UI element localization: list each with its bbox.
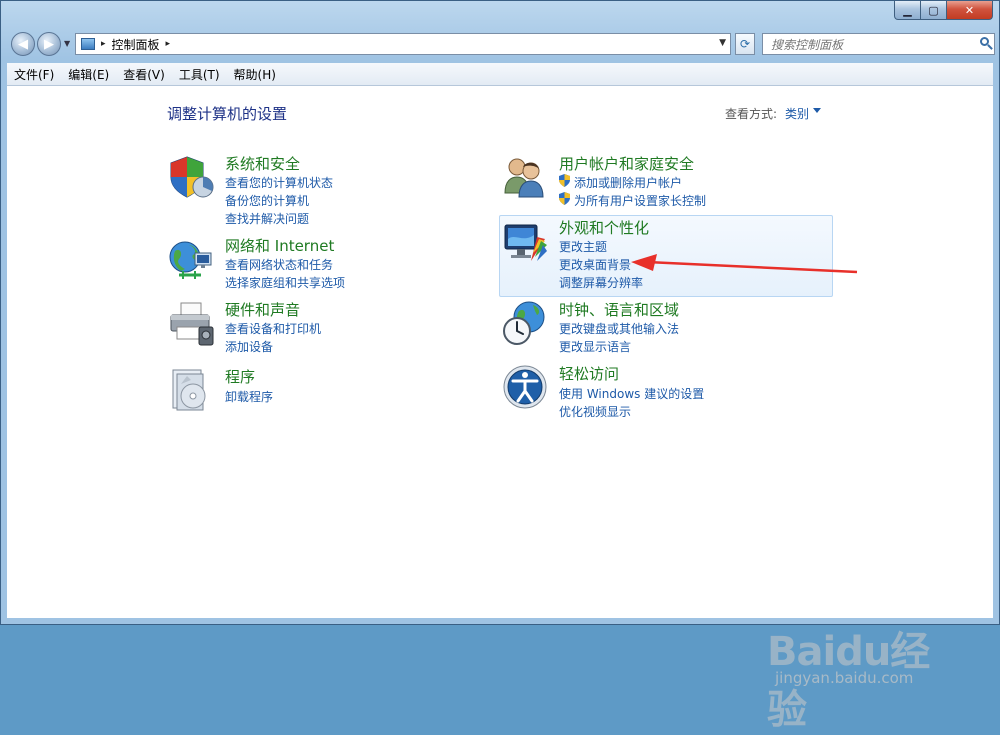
link-parental-controls[interactable]: 为所有用户设置家长控制 — [574, 192, 706, 209]
category-title[interactable]: 程序 — [225, 366, 255, 387]
link-add-remove-accounts[interactable]: 添加或删除用户帐户 — [574, 174, 682, 191]
page-title: 调整计算机的设置 — [167, 105, 288, 123]
breadcrumb-chevron-icon[interactable]: ▸ — [166, 39, 171, 49]
forward-button[interactable]: ▶ — [37, 32, 61, 56]
link-change-desktop-background[interactable]: 更改桌面背景 — [559, 256, 631, 273]
breadcrumb-control-panel[interactable]: 控制面板 — [112, 36, 160, 53]
link-change-theme[interactable]: 更改主题 — [559, 238, 607, 255]
uac-shield-icon — [559, 192, 570, 205]
link-uninstall-program[interactable]: 卸载程序 — [225, 388, 273, 405]
close-button[interactable]: ✕ — [947, 1, 993, 20]
category-title[interactable]: 网络和 Internet — [225, 235, 334, 256]
category-title[interactable]: 硬件和声音 — [225, 299, 300, 320]
control-panel-icon — [81, 38, 95, 50]
view-by-chevron-down-icon[interactable] — [813, 108, 821, 113]
menu-file[interactable]: 文件(F) — [7, 66, 61, 83]
address-history-dropdown-icon[interactable]: ▼ — [719, 38, 726, 48]
content-pane: 调整计算机的设置 查看方式: 类别 系统和安全 查看您的计算机状态 备份您的计算… — [7, 86, 993, 733]
link-devices-printers[interactable]: 查看设备和打印机 — [225, 320, 321, 337]
watermark-url: jingyan.baidu.com — [775, 669, 914, 687]
back-button[interactable]: ◀ — [11, 32, 35, 56]
category-title[interactable]: 用户帐户和家庭安全 — [559, 153, 694, 174]
link-network-status[interactable]: 查看网络状态和任务 — [225, 256, 333, 273]
category-title[interactable]: 时钟、语言和区域 — [559, 299, 679, 320]
category-ease-of-access: 轻松访问 使用 Windows 建议的设置 优化视频显示 — [501, 363, 801, 423]
watermark-logo: Baidu经验 — [767, 629, 930, 733]
recent-pages-dropdown-icon[interactable]: ▼ — [64, 39, 70, 48]
view-by-dropdown[interactable]: 类别 — [785, 105, 809, 122]
uac-shield-icon — [559, 174, 570, 187]
menu-tools[interactable]: 工具(T) — [172, 66, 227, 83]
view-by-label: 查看方式: — [725, 107, 778, 121]
category-title[interactable]: 外观和个性化 — [559, 217, 649, 238]
link-view-computer-status[interactable]: 查看您的计算机状态 — [225, 174, 333, 191]
category-programs: 程序 卸载程序 — [167, 366, 467, 416]
address-separator-icon[interactable]: ▸ — [101, 39, 106, 49]
category-network-internet: 网络和 Internet 查看网络状态和任务 选择家庭组和共享选项 — [167, 235, 467, 295]
link-change-display-language[interactable]: 更改显示语言 — [559, 338, 631, 355]
navigation-bar: ◀ ▶ ▼ ▸ 控制面板 ▸ ▼ ⟳ — [7, 29, 995, 59]
link-homegroup-sharing[interactable]: 选择家庭组和共享选项 — [225, 274, 345, 291]
category-system-security: 系统和安全 查看您的计算机状态 备份您的计算机 查找并解决问题 — [167, 153, 467, 226]
clock-globe-icon[interactable] — [501, 299, 549, 347]
category-clock-language-region: 时钟、语言和区域 更改键盘或其他输入法 更改显示语言 — [501, 299, 801, 359]
watermark: Baidu经验 jingyan.baidu.com — [767, 601, 957, 733]
search-box[interactable] — [762, 33, 995, 55]
menu-help[interactable]: 帮助(H) — [227, 66, 283, 83]
search-input[interactable] — [769, 35, 973, 55]
menu-edit[interactable]: 编辑(E) — [61, 66, 116, 83]
link-adjust-resolution[interactable]: 调整屏幕分辨率 — [559, 274, 643, 291]
category-hardware-sound: 硬件和声音 查看设备和打印机 添加设备 — [167, 299, 467, 359]
link-troubleshoot[interactable]: 查找并解决问题 — [225, 210, 309, 227]
menu-bar: 文件(F) 编辑(E) 查看(V) 工具(T) 帮助(H) — [7, 63, 993, 86]
menu-view[interactable]: 查看(V) — [116, 66, 172, 83]
category-title[interactable]: 轻松访问 — [559, 363, 619, 384]
control-panel-window: ▁ ▢ ✕ ◀ ▶ ▼ ▸ 控制面板 ▸ ▼ ⟳ 文件(F) 编辑(E) 查看(… — [0, 0, 1000, 733]
link-optimize-visual-display[interactable]: 优化视频显示 — [559, 403, 631, 420]
category-appearance: 外观和个性化 更改主题 更改桌面背景 调整屏幕分辨率 — [501, 217, 821, 293]
refresh-icon: ⟳ — [739, 37, 751, 51]
search-icon[interactable] — [980, 37, 989, 46]
link-change-keyboard-input[interactable]: 更改键盘或其他输入法 — [559, 320, 679, 337]
printer-icon[interactable] — [167, 299, 215, 347]
network-globe-icon[interactable] — [167, 235, 215, 283]
display-palette-icon[interactable] — [501, 217, 549, 265]
shield-icon[interactable] — [167, 153, 215, 201]
link-add-device[interactable]: 添加设备 — [225, 338, 273, 355]
programs-disc-icon[interactable] — [167, 366, 215, 414]
caption-buttons: ▁ ▢ ✕ — [894, 1, 993, 20]
users-icon[interactable] — [501, 153, 549, 201]
link-backup-computer[interactable]: 备份您的计算机 — [225, 192, 309, 209]
ease-of-access-icon[interactable] — [501, 363, 549, 411]
address-bar[interactable]: ▸ 控制面板 ▸ ▼ — [75, 33, 731, 55]
category-title[interactable]: 系统和安全 — [225, 153, 300, 174]
minimize-button[interactable]: ▁ — [894, 1, 921, 20]
refresh-button[interactable]: ⟳ — [735, 33, 755, 55]
category-user-accounts: 用户帐户和家庭安全 添加或删除用户帐户 为所有用户设置家长控制 — [501, 153, 801, 213]
link-windows-recommended-settings[interactable]: 使用 Windows 建议的设置 — [559, 385, 704, 402]
maximize-button[interactable]: ▢ — [921, 1, 947, 20]
